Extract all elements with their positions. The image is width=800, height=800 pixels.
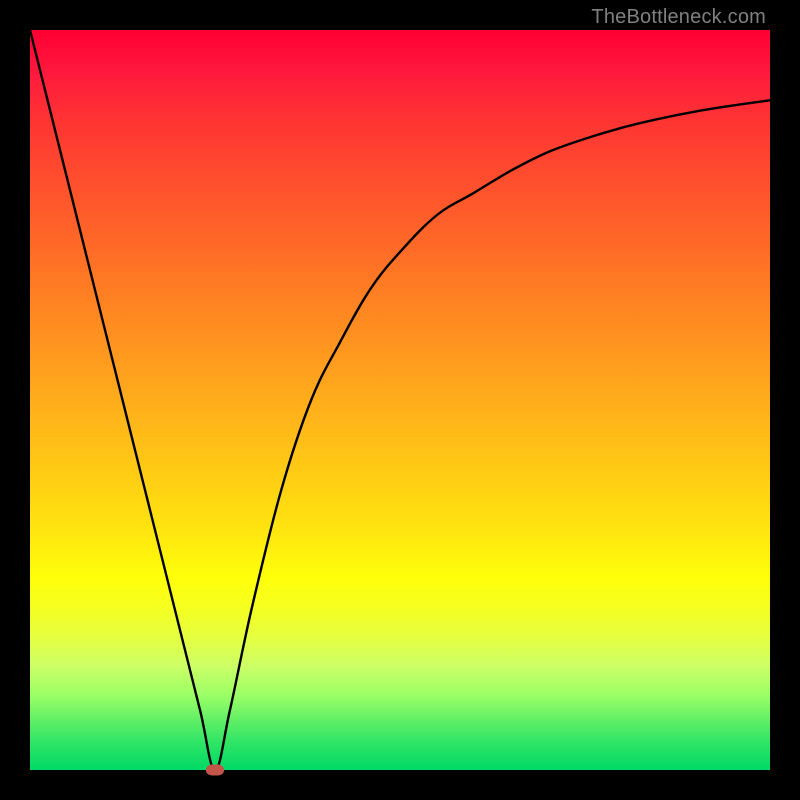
- plot-area: [30, 30, 770, 770]
- watermark-text: TheBottleneck.com: [591, 6, 766, 29]
- chart-frame: TheBottleneck.com: [0, 0, 800, 800]
- bottleneck-curve: [30, 30, 770, 770]
- minimum-marker: [206, 765, 224, 776]
